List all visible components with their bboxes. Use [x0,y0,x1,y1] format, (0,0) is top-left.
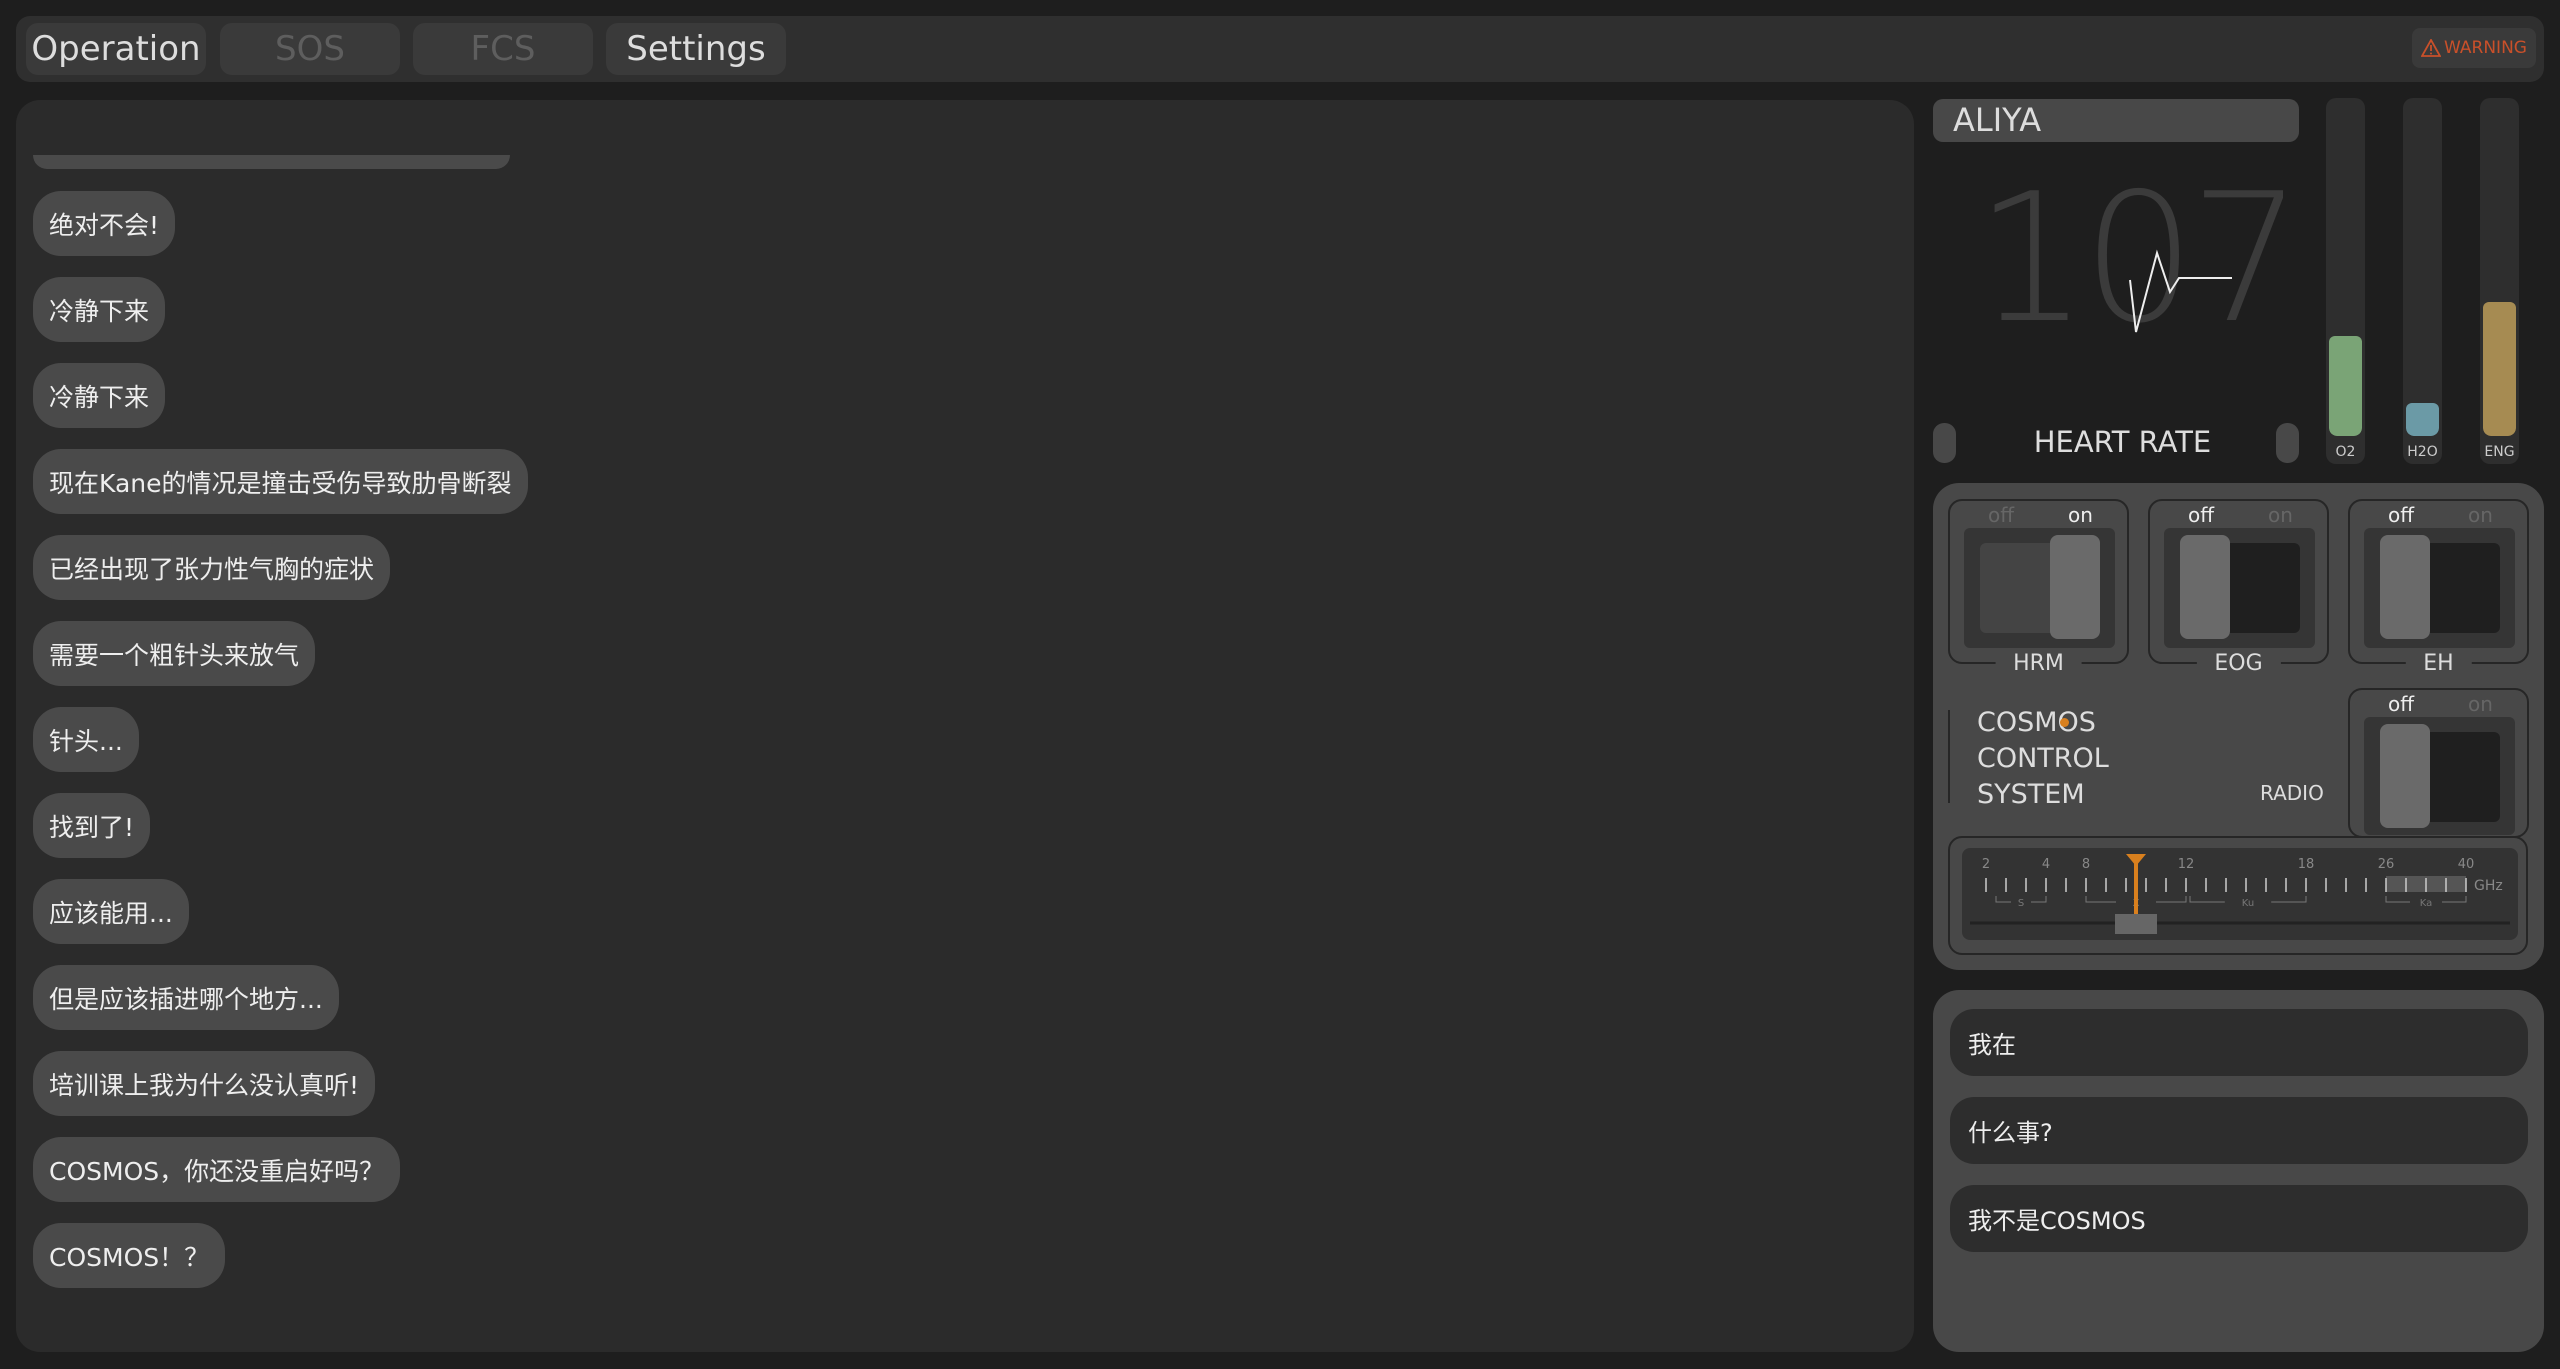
dial-tick-label: 40 [2458,857,2475,872]
dial-needle-head [2126,854,2146,866]
gauge-h2o: H2O [2403,98,2442,464]
off-label: off [1988,503,2015,527]
on-label: on [2468,692,2493,716]
band-label: Ku [2242,898,2254,909]
dial-tick-label: 4 [2042,857,2050,872]
radio-frequency-dial[interactable]: 24812182640GHzSXKuKa [1948,836,2528,955]
dial-tick-label: 26 [2378,857,2395,872]
gauge-label: O2 [2335,444,2356,460]
off-label: off [2388,503,2415,527]
gauge-label: H2O [2407,444,2438,460]
dial-tick-label: 8 [2082,857,2090,872]
warning-triangle-icon [2421,39,2442,57]
chat-bubble: 应该能用... [33,879,189,944]
chat-bubble: 但是应该插进哪个地方... [33,965,339,1030]
chat-bubble: 绝对不会! [33,191,176,256]
right-indicator-pill [2276,423,2299,463]
heart-rate-label: HEART RATE [2033,425,2212,459]
chat-bubble: 找到了! [33,793,151,858]
response-option[interactable]: 我在 [1950,1009,2528,1076]
switch-radio[interactable]: off on [2348,688,2529,838]
switch-housing [2364,528,2515,648]
chat-log[interactable]: 绝对不会! 冷静下来 冷静下来 现在Kane的情况是撞击受伤导致肋骨断裂 已经出现了张力… [16,100,1914,1352]
off-label: off [2188,503,2215,527]
off-label: off [2388,692,2415,716]
chat-bubble: 现在Kane的情况是撞击受伤导致肋骨断裂 [33,449,528,514]
tab-settings[interactable]: Settings [606,23,786,75]
left-indicator-pill [1933,423,1956,463]
band-label: S [2018,898,2024,909]
response-option[interactable]: 我不是COSMOS [1950,1185,2528,1252]
divider [1948,710,1950,803]
system-title-line: SYSTEM [1977,779,2085,810]
switch-housing [1964,528,2115,648]
switch-knob[interactable] [2180,535,2230,639]
chat-bubble: COSMOS！？ [33,1223,226,1288]
dial-tick-label: 18 [2298,857,2315,872]
top-nav-bar: Operation SOS FCS Settings WARNING [16,16,2544,82]
chat-bubble: 培训课上我为什么没认真听! [33,1051,376,1116]
on-label: on [2468,503,2493,527]
switch-hrm[interactable]: off on HRM [1948,499,2129,676]
chat-bubble: 冷静下来 [33,363,166,428]
switch-name: EH [2405,651,2472,676]
chat-bubble: 需要一个粗针头来放气 [33,621,316,686]
gauge-fill [2329,335,2362,436]
status-dot [2060,718,2069,727]
dial-tick-label: 2 [1982,857,1990,872]
switch-knob[interactable] [2050,535,2100,639]
switch-housing [2164,528,2315,648]
response-option[interactable]: 什么事? [1950,1097,2528,1164]
switch-name: EOG [2196,651,2281,676]
chat-bubble: 针头... [33,707,139,772]
chat-bubble: COSMOS，你还没重启好吗？ [33,1137,401,1202]
radio-label: RADIO [2260,781,2324,805]
tab-fcs[interactable]: FCS [413,23,593,75]
warning-label: WARNING [2444,38,2527,58]
heartbeat-line-icon [2129,249,2232,333]
dial-tick-label: 12 [2178,857,2195,872]
switch-eog[interactable]: off on EOG [2148,499,2329,676]
crew-name: ALIYA [1933,99,2299,142]
gauge-o2: O2 [2326,98,2365,464]
dial-slider-knob[interactable] [2115,914,2157,934]
band-label: Ka [2420,898,2433,909]
chat-bubble-partial [33,155,510,169]
system-title: COSMOS CONTROL SYSTEM [1977,705,2109,813]
control-panel: off on HRM off on EOG off on EH COSMOS C… [1933,483,2544,970]
gauge-fill [2483,302,2516,436]
switch-housing [2364,717,2515,835]
system-title-line: COSMOS [1977,707,2096,738]
chat-bubble: 冷静下来 [33,277,166,342]
system-title-line: CONTROL [1977,743,2109,774]
switch-eh[interactable]: off on EH [2348,499,2529,676]
response-options: 我在 什么事? 我不是COSMOS [1933,990,2544,1352]
gauge-label: ENG [2484,444,2515,460]
dial-unit: GHz [2474,878,2503,894]
switch-name: HRM [1995,651,2082,676]
tab-sos[interactable]: SOS [220,23,400,75]
gauge-eng: ENG [2480,98,2519,464]
switch-knob[interactable] [2380,535,2430,639]
chat-bubble: 已经出现了张力性气胸的症状 [33,535,391,600]
tab-operation[interactable]: Operation [26,23,206,75]
warning-badge: WARNING [2412,28,2536,68]
gauge-fill [2406,402,2439,436]
on-label: on [2268,503,2293,527]
switch-knob[interactable] [2380,724,2430,828]
on-label: on [2068,503,2093,527]
